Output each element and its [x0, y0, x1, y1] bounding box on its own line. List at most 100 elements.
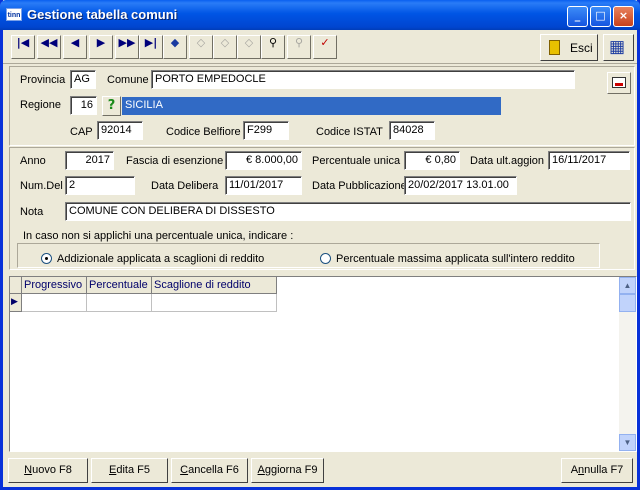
last-record-button[interactable]: ▶| [139, 35, 163, 59]
search-button[interactable]: ⚲ [261, 35, 285, 59]
comune-label: Comune [107, 74, 149, 86]
grid-scrollbar[interactable]: ▲ ▼ [619, 277, 636, 451]
istat-label: Codice ISTAT [316, 126, 383, 138]
belfiore-label: Codice Belfiore [166, 126, 241, 138]
clear-filter-icon: ✓ [320, 36, 330, 49]
numdel-label: Num.Del [20, 180, 63, 192]
regione-code-field[interactable]: 16 [70, 96, 97, 115]
delete-record-button[interactable]: ◇ [213, 35, 237, 59]
scroll-thumb[interactable] [619, 294, 636, 312]
last-icon: ▶| [144, 36, 158, 49]
app-window: tinn Gestione tabella comuni _ □ × |◀ ◀◀… [0, 0, 640, 490]
esci-label: Esci [570, 41, 593, 55]
delete-record-icon: ◇ [220, 36, 230, 49]
prev-icon: ◀ [70, 36, 80, 49]
grid-cell-progressivo[interactable] [22, 294, 87, 312]
data-pubbl-field[interactable]: 20/02/2017 13.01.00 [404, 176, 517, 195]
esci-button[interactable]: Esci [540, 34, 598, 61]
title-bar[interactable]: tinn Gestione tabella comuni _ □ × [0, 0, 640, 30]
add-record-icon: ◆ [170, 36, 180, 49]
percentuale-hint: In caso non si applichi una percentuale … [23, 230, 294, 242]
provincia-label: Provincia [20, 74, 66, 86]
fascia-field[interactable]: € 8.000,00 [225, 151, 302, 170]
question-icon: ? [107, 98, 116, 113]
data-delibera-label: Data Delibera [151, 180, 219, 192]
belfiore-field[interactable]: F299 [243, 121, 289, 140]
aggiorna-label: ggiorna F9 [264, 464, 318, 476]
edita-label: dita F5 [116, 464, 150, 476]
save-record-icon: ◇ [244, 36, 254, 49]
add-record-button[interactable]: ◆ [163, 35, 187, 59]
print-button[interactable] [607, 72, 631, 94]
prev-page-button[interactable]: ◀◀ [37, 35, 61, 59]
current-row-indicator: ▶ [10, 294, 22, 312]
regione-label: Regione [20, 99, 61, 111]
data-ult-label: Data ult.aggion [470, 155, 544, 167]
row-indicator-header [10, 277, 22, 294]
regione-lookup-button[interactable]: ? [102, 96, 121, 116]
scroll-up-icon: ▲ [623, 281, 632, 290]
minimize-button[interactable]: _ [567, 6, 588, 27]
close-button[interactable]: × [613, 6, 634, 27]
row-pointer-icon: ▶ [11, 296, 18, 306]
book-icon: ▦ [609, 37, 626, 56]
istat-field[interactable]: 84028 [389, 121, 435, 140]
clear-filter-button[interactable]: ✓ [313, 35, 337, 59]
grid-cell-percentuale[interactable] [87, 294, 152, 312]
grid-cell-scaglione[interactable] [152, 294, 277, 312]
scroll-up-button[interactable]: ▲ [619, 277, 636, 294]
edit-record-button[interactable]: ◇ [189, 35, 213, 59]
regione-name-field[interactable]: SICILIA [122, 97, 501, 115]
annulla-label: nulla F7 [584, 464, 624, 476]
window-title: Gestione tabella comuni [27, 7, 178, 22]
radio-massima-label[interactable]: Percentuale massima applicata sull'inter… [336, 253, 575, 265]
scaglioni-grid[interactable]: Progressivo Percentuale Scaglione di red… [9, 276, 637, 452]
perc-unica-field[interactable]: € 0,80 [404, 151, 460, 170]
fascia-label: Fascia di esenzione [126, 155, 224, 167]
annulla-button[interactable]: Annulla F7 [561, 458, 633, 483]
nota-field[interactable]: COMUNE CON DELIBERA DI DISSESTO [65, 202, 631, 221]
maximize-button[interactable]: □ [590, 6, 611, 27]
anno-field[interactable]: 2017 [65, 151, 114, 170]
prev-record-button[interactable]: ◀ [63, 35, 87, 59]
first-icon: |◀ [16, 36, 30, 49]
cap-label: CAP [70, 126, 93, 138]
col-header-scaglione[interactable]: Scaglione di reddito [152, 277, 277, 294]
radio-scaglioni-label[interactable]: Addizionale applicata a scaglioni di red… [57, 253, 264, 265]
aggiorna-button[interactable]: Aggiorna F9 [251, 458, 324, 483]
data-delibera-field[interactable]: 11/01/2017 [225, 176, 302, 195]
search-next-icon: ⚲ [294, 36, 304, 49]
anno-label: Anno [20, 155, 46, 167]
next-icon: ▶ [96, 36, 106, 49]
edita-button[interactable]: Edita F5 [91, 458, 168, 483]
exit-door-icon [549, 40, 560, 55]
first-record-button[interactable]: |◀ [11, 35, 35, 59]
comune-field[interactable]: PORTO EMPEDOCLE [151, 70, 575, 89]
cancella-hotkey: C [180, 464, 189, 476]
data-ult-field[interactable]: 16/11/2017 [548, 151, 630, 170]
nuovo-label: uovo F8 [32, 464, 72, 476]
cancella-label: ancella F6 [188, 464, 239, 476]
search-next-button[interactable]: ⚲ [287, 35, 311, 59]
radio-massima[interactable] [320, 253, 331, 264]
next-page-icon: ▶▶ [118, 36, 136, 49]
cap-field[interactable]: 92014 [97, 121, 143, 140]
aggiorna-hotkey: A [257, 464, 265, 476]
prev-page-icon: ◀◀ [40, 36, 58, 49]
col-header-percentuale[interactable]: Percentuale [87, 277, 152, 294]
next-page-button[interactable]: ▶▶ [115, 35, 139, 59]
save-record-button[interactable]: ◇ [237, 35, 261, 59]
col-header-progressivo[interactable]: Progressivo [22, 277, 87, 294]
scroll-down-icon: ▼ [623, 438, 632, 447]
next-record-button[interactable]: ▶ [89, 35, 113, 59]
edit-record-icon: ◇ [196, 36, 206, 49]
scroll-down-button[interactable]: ▼ [619, 434, 636, 451]
data-pubbl-label: Data Pubblicazione [312, 180, 407, 192]
radio-scaglioni[interactable] [41, 253, 52, 264]
help-book-button[interactable]: ▦ [603, 34, 634, 61]
nuovo-button[interactable]: Nuovo F8 [8, 458, 88, 483]
provincia-field[interactable]: AG [70, 70, 96, 89]
numdel-field[interactable]: 2 [65, 176, 135, 195]
annulla-prefix: A [570, 464, 579, 476]
cancella-button[interactable]: Cancella F6 [171, 458, 248, 483]
